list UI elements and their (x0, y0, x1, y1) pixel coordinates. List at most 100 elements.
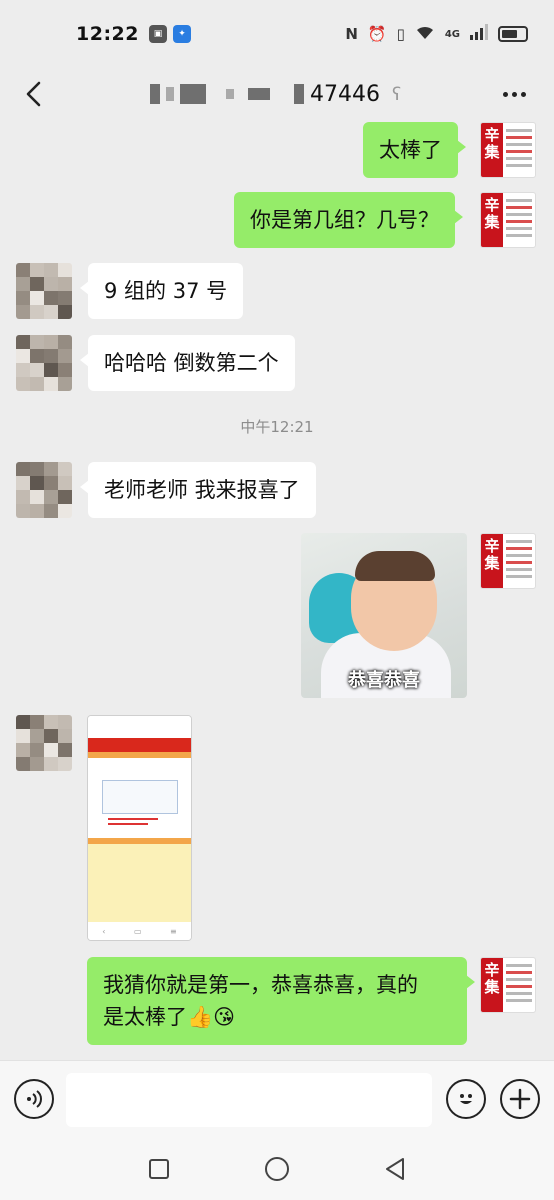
avatar-mosaic-cell (58, 476, 72, 490)
avatar-mosaic-cell (58, 715, 72, 729)
message-text-line: 是太棒了 (103, 1005, 187, 1029)
redacted-block (166, 87, 174, 101)
avatar-mosaic-cell (44, 476, 58, 490)
message-bubble-incoming[interactable]: 哈哈哈 倒数第二个 (80, 335, 295, 391)
contact-avatar[interactable] (16, 462, 72, 518)
avatar-mosaic-cell (58, 305, 72, 319)
back-arrow-icon (26, 81, 41, 107)
message-bubble-incoming[interactable]: 老师老师 我来报喜了 (80, 462, 316, 518)
thumb-nav-home-icon: ▭ (133, 926, 142, 936)
more-dot (520, 91, 526, 97)
message-input[interactable] (66, 1073, 432, 1127)
avatar-mosaic-cell (44, 349, 58, 363)
input-bar (0, 1060, 554, 1136)
avatar-mosaic-cell (44, 305, 58, 319)
self-avatar[interactable]: 辛集 (480, 192, 536, 248)
message-bubble-incoming[interactable]: 9 组的 37 号 (79, 263, 244, 319)
back-nav-button[interactable] (382, 1156, 408, 1182)
avatar-mosaic-cell (16, 363, 30, 377)
avatar-mosaic-cell (58, 335, 72, 349)
thumb-content (88, 758, 191, 838)
chat-title: 47446 ʕ (150, 76, 401, 112)
avatar-mosaic-cell (58, 504, 72, 518)
message-text-line: 我猜你就是第一，恭喜恭喜，真的 (103, 973, 418, 997)
avatar-mosaic-cell (16, 743, 30, 757)
avatar-mosaic-cell (16, 476, 30, 490)
avatar-mosaic-cell (16, 729, 30, 743)
self-avatar[interactable]: 辛集 (480, 957, 536, 1013)
avatar-mosaic-cell (44, 715, 58, 729)
avatar-mosaic-cell (44, 729, 58, 743)
self-avatar[interactable]: 辛集 (480, 533, 536, 589)
avatar-red-band: 辛集 (481, 123, 503, 177)
avatar-mosaic-cell (58, 263, 72, 277)
avatar-mosaic-cell (30, 349, 44, 363)
sticker-image[interactable]: 恭喜恭喜 (301, 533, 467, 698)
avatar-mosaic-cell (16, 490, 30, 504)
avatar-mosaic-cell (44, 291, 58, 305)
avatar-lines (506, 540, 532, 582)
message-bubble-outgoing[interactable]: 我猜你就是第一，恭喜恭喜，真的 是太棒了👍😘 (87, 957, 475, 1045)
avatar-mosaic-cell (30, 263, 44, 277)
plus-button[interactable] (500, 1079, 540, 1119)
circle-icon (265, 1157, 289, 1181)
redacted-block (150, 84, 160, 104)
contact-avatar[interactable] (16, 335, 72, 391)
bulb-notification-icon: ✦ (172, 25, 191, 43)
avatar-glyph: 集 (484, 554, 500, 572)
avatar-glyph: 辛 (484, 126, 500, 144)
avatar-mosaic-cell (30, 462, 44, 476)
sticker-caption: 恭喜恭喜 (348, 670, 420, 691)
avatar-mosaic-cell (16, 377, 30, 391)
avatar-mosaic-cell (44, 377, 58, 391)
more-dot (511, 91, 517, 97)
thumb-redline (108, 818, 158, 820)
home-button[interactable] (264, 1156, 290, 1182)
avatar-mosaic-cell (44, 335, 58, 349)
status-bar: 12:22 ▣ ✦ N ⏰ ▯ 4G (0, 0, 554, 68)
status-right-icons: N ⏰ ▯ 4G (345, 24, 528, 44)
screenshot-image[interactable]: ‹ ▭ ≡ (87, 715, 192, 941)
back-button[interactable] (18, 76, 48, 112)
avatar-mosaic-cell (30, 335, 44, 349)
battery-icon (498, 26, 528, 42)
recent-apps-button[interactable] (146, 1156, 172, 1182)
thumb-box (102, 780, 178, 814)
avatar-mosaic-cell (16, 715, 30, 729)
avatar-glyph: 集 (484, 213, 500, 231)
voice-button[interactable] (14, 1079, 54, 1119)
avatar-mosaic-cell (58, 349, 72, 363)
notification-icons: ▣ ✦ (148, 25, 191, 43)
emoji-button[interactable] (446, 1079, 486, 1119)
message-bubble-outgoing[interactable]: 太棒了 (363, 122, 466, 178)
thumb-header (88, 738, 191, 752)
contact-avatar[interactable] (16, 715, 72, 771)
avatar-glyph: 辛 (484, 537, 500, 555)
avatar-mosaic-cell (58, 377, 72, 391)
avatar-mosaic-cell (58, 757, 72, 771)
avatar-mosaic-cell (44, 277, 58, 291)
system-navigation (0, 1136, 554, 1200)
ear-icon: ʕ (392, 83, 402, 105)
wifi-icon (415, 24, 435, 44)
contact-avatar[interactable] (16, 263, 72, 319)
more-button[interactable] (498, 80, 530, 108)
avatar-mosaic-cell (44, 743, 58, 757)
sticker-hair (355, 551, 435, 581)
message-bubble-outgoing[interactable]: 你是第几组？几号？ (234, 192, 463, 248)
avatar-mosaic-cell (30, 715, 44, 729)
status-time: 12:22 (76, 23, 139, 45)
avatar-mosaic-cell (58, 291, 72, 305)
avatar-mosaic-cell (30, 743, 44, 757)
avatar-mosaic-cell (30, 377, 44, 391)
avatar-mosaic-cell (44, 363, 58, 377)
plus-icon (509, 1088, 531, 1110)
thumb-redline (108, 823, 148, 825)
redacted-block (248, 88, 270, 100)
avatar-mosaic-cell (16, 349, 30, 363)
chat-header: 47446 ʕ (0, 68, 554, 120)
avatar-mosaic-cell (30, 305, 44, 319)
self-avatar[interactable]: 辛集 (480, 122, 536, 178)
avatar-mosaic-cell (30, 490, 44, 504)
nfc-icon: N (345, 25, 358, 43)
